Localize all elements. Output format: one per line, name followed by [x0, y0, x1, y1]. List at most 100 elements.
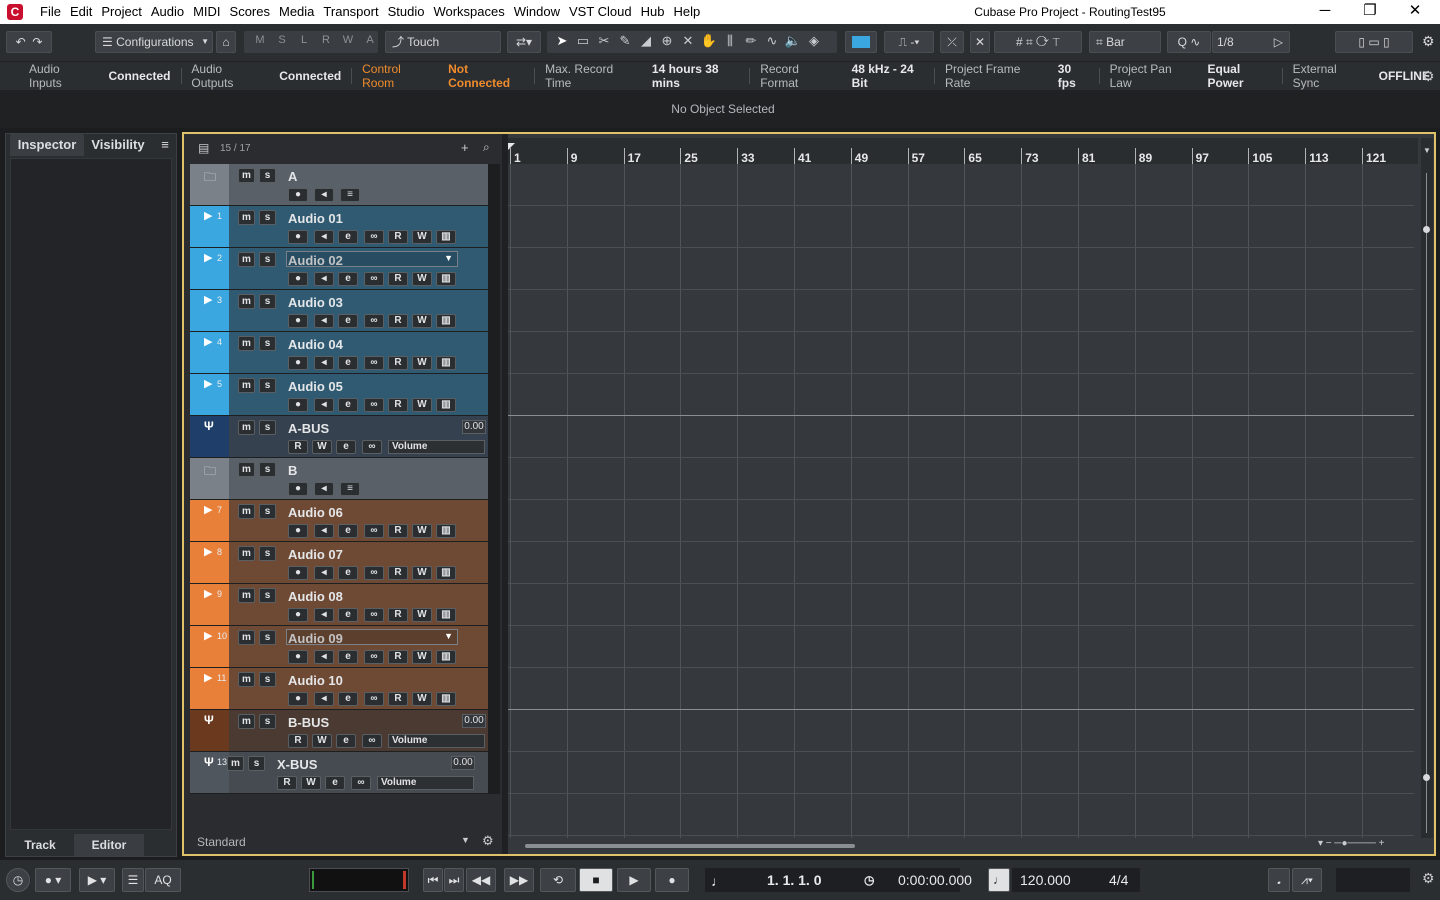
track-name[interactable]: X-BUS — [277, 757, 317, 772]
auto-scroll-button[interactable]: ⎍ -▾ — [884, 31, 934, 53]
track-row[interactable]: ▶ 3 m s Audio 03 ● ◂ e ∞ R W ▥ — [190, 290, 488, 332]
link-button[interactable]: ∞ — [351, 776, 371, 790]
auto-quantize-list-icon[interactable]: ☰ — [122, 868, 144, 892]
automation-mode-select[interactable]: ⤴ Touch — [385, 31, 501, 53]
mute-button[interactable]: m — [238, 588, 255, 603]
track-name[interactable]: B-BUS — [288, 715, 329, 730]
track-name[interactable]: Audio 01 — [288, 211, 343, 226]
expand-arrow-icon[interactable]: ▶ — [204, 209, 212, 222]
volume-value[interactable]: 0.00 — [451, 756, 475, 770]
write-automation-button[interactable]: W — [412, 272, 432, 286]
menu-project[interactable]: Project — [101, 0, 148, 24]
expand-arrow-icon[interactable]: ▶ — [204, 629, 212, 642]
mute-icon[interactable]: ✕ — [679, 33, 697, 49]
record-enable-button[interactable]: ● — [288, 272, 308, 286]
primary-position[interactable]: 1. 1. 1. 0 — [767, 868, 821, 892]
mute-button[interactable]: m — [238, 168, 255, 183]
track-color-strip[interactable]: Ψ — [190, 416, 229, 457]
read-automation-button[interactable]: R — [388, 398, 408, 412]
read-automation-button[interactable]: R — [388, 314, 408, 328]
track-color-strip[interactable]: ▶ — [190, 584, 229, 625]
mute-button[interactable]: m — [238, 294, 255, 309]
mute-button[interactable]: m — [238, 546, 255, 561]
undo-icon[interactable]: ↶ — [16, 35, 26, 49]
chevron-down-icon[interactable]: ▼ — [444, 631, 453, 641]
write-automation-button[interactable]: W — [412, 398, 432, 412]
expand-arrow-icon[interactable]: ▶ — [204, 587, 212, 600]
solo-button[interactable]: s — [259, 672, 276, 687]
audio-inputs-label[interactable]: Audio Inputs — [29, 62, 88, 90]
link-button[interactable]: ∞ — [362, 734, 382, 748]
record-enable-button[interactable]: ● — [288, 398, 308, 412]
record-enable-button[interactable]: ● — [288, 608, 308, 622]
read-automation-button[interactable]: R — [388, 692, 408, 706]
tab-inspector[interactable]: Inspector — [10, 134, 84, 156]
state-button-l[interactable]: L — [296, 34, 312, 46]
track-row[interactable]: ▶ 2 m s Audio 02 ▼ ● ◂ e ∞ R W ▥ — [190, 248, 488, 290]
mute-button[interactable]: m — [238, 210, 255, 225]
left-locator-marker[interactable] — [508, 143, 515, 150]
solo-button[interactable]: s — [248, 756, 265, 771]
record-mode-icon[interactable]: ● ▾ — [35, 868, 71, 892]
tab-editor[interactable]: Editor — [74, 834, 144, 856]
erase-icon[interactable]: ◢ — [637, 33, 655, 49]
menu-midi[interactable]: MIDI — [193, 0, 227, 24]
rewind-icon[interactable]: ◀◀ — [466, 868, 496, 892]
read-automation-button[interactable]: R — [388, 272, 408, 286]
track-row[interactable]: Ψm s B-BUS R We ∞ Volume 0.00 — [190, 710, 488, 752]
edit-channel-button[interactable]: e — [325, 776, 345, 790]
solo-button[interactable]: s — [259, 210, 276, 225]
edit-channel-button[interactable]: e — [338, 314, 358, 328]
event-display[interactable]: 1 9 17 25 33 41 49 57 65 73 81 89 97 105 113 121 ▼ ▾ − … — [508, 134, 1434, 854]
track-name[interactable]: Audio 04 — [288, 337, 343, 352]
add-track-icon[interactable]: + — [461, 140, 469, 155]
link-button[interactable]: ∞ — [364, 272, 384, 286]
comp-icon[interactable]: ⫼ — [721, 33, 739, 49]
lanes-button[interactable]: ▥ — [436, 650, 456, 664]
track-row[interactable]: ▶ 1 m s Audio 01 ● ◂ e ∞ R W ▥ — [190, 206, 488, 248]
track-name[interactable]: A-BUS — [288, 421, 329, 436]
expand-arrow-icon[interactable]: ▶ — [204, 293, 212, 306]
monitor-button[interactable]: ◂ — [314, 188, 334, 202]
transport-gear-icon[interactable]: ⚙ — [1422, 870, 1435, 887]
fast-forward-icon[interactable]: ▶▶ — [504, 868, 534, 892]
monitor-button[interactable]: ◂ — [314, 608, 334, 622]
write-automation-button[interactable]: W — [412, 650, 432, 664]
color-tool-icon[interactable]: ◈ — [805, 33, 823, 49]
line-icon[interactable]: ∿ — [763, 33, 781, 49]
time-signature[interactable]: 4/4 — [1109, 868, 1128, 892]
link-button[interactable]: ∞ — [362, 440, 382, 454]
color-select[interactable] — [845, 31, 877, 53]
record-enable-button[interactable]: ● — [288, 188, 308, 202]
window-layout-buttons[interactable]: ▯ ▭ ▯ — [1335, 31, 1413, 53]
time-warp-icon[interactable]: ✋ — [700, 33, 718, 49]
cycle-mode-icon[interactable]: ▶ ▾ — [79, 868, 115, 892]
track-color-strip[interactable]: 🗀 — [190, 164, 229, 205]
quantize-value-select[interactable]: 1/8 ▷ — [1212, 31, 1290, 53]
track-name[interactable]: Audio 06 — [288, 505, 343, 520]
lanes-button[interactable]: ▥ — [436, 608, 456, 622]
monitor-button[interactable]: ◂ — [314, 650, 334, 664]
footer-gear-icon[interactable]: ⚙ — [482, 833, 494, 849]
track-name-edit-field[interactable]: ▼ — [286, 251, 458, 267]
solo-button[interactable]: s — [259, 588, 276, 603]
menu-audio[interactable]: Audio — [151, 0, 191, 24]
read-automation-button[interactable]: R — [388, 230, 408, 244]
stop-icon[interactable]: ■ — [579, 868, 613, 892]
range-icon[interactable]: ▭ — [574, 33, 592, 49]
inspector-menu-icon[interactable]: ≡ — [156, 134, 174, 156]
track-color-strip[interactable]: ▶ — [190, 542, 229, 583]
link-button[interactable]: ∞ — [364, 524, 384, 538]
track-row[interactable]: Ψ 13 m s X-BUS R We ∞ Volume 0.00 — [190, 752, 488, 794]
mute-button[interactable]: m — [238, 420, 255, 435]
play-tool-icon[interactable]: 🔈 — [784, 33, 802, 49]
edit-channel-button[interactable]: e — [338, 524, 358, 538]
mute-button[interactable]: m — [238, 252, 255, 267]
link-button[interactable]: ∞ — [364, 692, 384, 706]
zoom-icon[interactable]: ⊕ — [658, 33, 676, 49]
track-color-strip[interactable]: ▶ — [190, 332, 229, 373]
link-button[interactable]: ∞ — [364, 566, 384, 580]
menu-window[interactable]: Window — [514, 0, 567, 24]
write-automation-button[interactable]: W — [412, 566, 432, 580]
read-automation-button[interactable]: R — [288, 734, 308, 748]
